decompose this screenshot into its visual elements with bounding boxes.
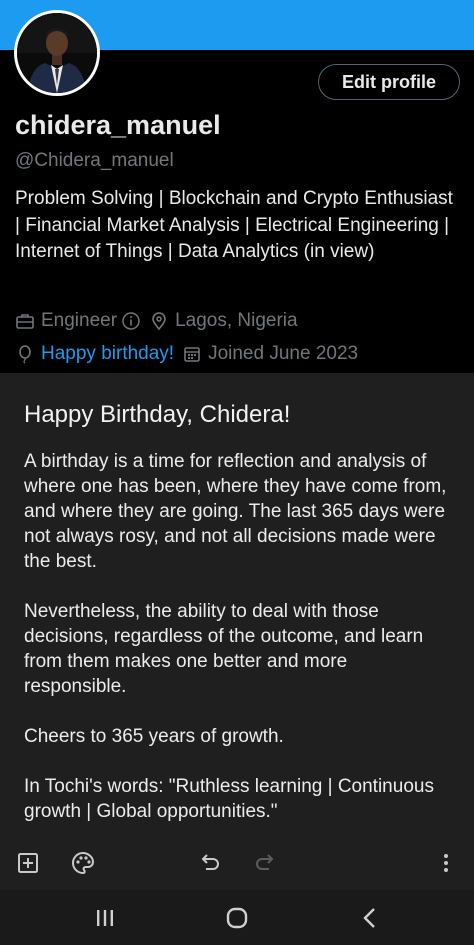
display-name: chidera_manuel <box>15 110 221 140</box>
profession-label: Engineer <box>41 310 118 331</box>
calendar-icon <box>182 344 202 364</box>
note-toolbar <box>0 835 474 890</box>
profile-meta-row-2: Happy birthday! Joined June 2023 <box>15 343 366 365</box>
note-editor[interactable]: Happy Birthday, Chidera! A birthday is a… <box>0 373 474 835</box>
edit-profile-button[interactable]: Edit profile <box>318 64 460 100</box>
handle: @Chidera_manuel <box>15 150 174 171</box>
note-paragraph: A birthday is a time for reflection and … <box>24 451 447 572</box>
profession-item: Engineer <box>15 310 141 332</box>
birthday-item: Happy birthday! <box>15 343 174 365</box>
profile-meta-row-1: Engineer Lagos, Nigeria <box>15 310 306 332</box>
recents-icon[interactable] <box>91 904 119 932</box>
birthday-link[interactable]: Happy birthday! <box>41 343 174 365</box>
briefcase-icon <box>15 311 35 331</box>
location-label: Lagos, Nigeria <box>175 310 298 331</box>
more-vert-icon[interactable] <box>432 849 460 877</box>
note-title[interactable]: Happy Birthday, Chidera! <box>24 401 290 429</box>
add-box-icon[interactable] <box>14 849 42 877</box>
palette-icon[interactable] <box>69 849 97 877</box>
note-paragraph: In Tochi's words: "Ruthless learning | C… <box>24 776 434 822</box>
info-icon[interactable] <box>121 311 141 331</box>
joined-item: Joined June 2023 <box>182 343 358 365</box>
location-item: Lagos, Nigeria <box>149 310 298 332</box>
balloon-icon <box>15 344 35 364</box>
note-paragraph: Cheers to 365 years of growth. <box>24 726 284 747</box>
back-icon[interactable] <box>356 904 384 932</box>
note-paragraph: Nevertheless, the ability to deal with t… <box>24 601 424 697</box>
home-icon[interactable] <box>223 904 251 932</box>
location-pin-icon <box>149 311 169 331</box>
undo-icon[interactable] <box>196 849 224 877</box>
redo-icon[interactable] <box>251 849 279 877</box>
avatar-photo <box>17 13 97 93</box>
joined-label: Joined June 2023 <box>208 343 359 364</box>
note-body[interactable]: A birthday is a time for reflection and … <box>24 449 454 835</box>
system-navigation-bar <box>0 890 474 945</box>
bio: Problem Solving | Blockchain and Crypto … <box>15 188 453 262</box>
avatar[interactable] <box>14 10 100 96</box>
